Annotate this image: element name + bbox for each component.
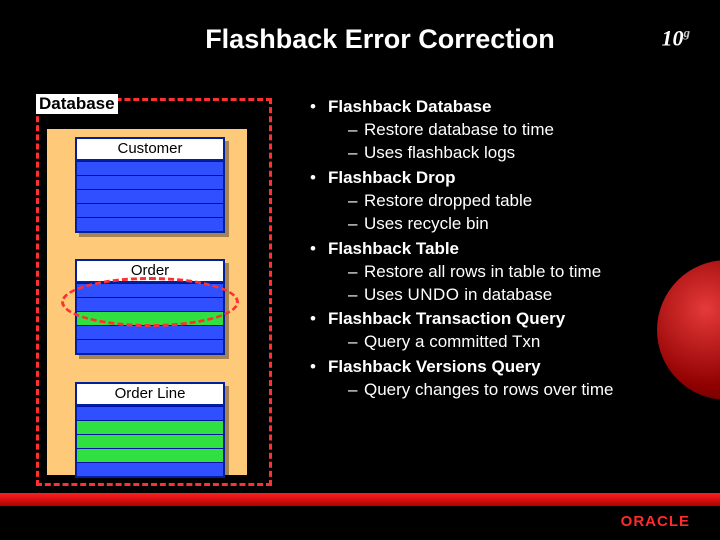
bullet-head: Flashback Drop bbox=[328, 168, 456, 187]
table-row bbox=[77, 217, 223, 231]
table-customer-header: Customer bbox=[77, 139, 223, 161]
bullet-sub: Uses UNDO in database bbox=[328, 284, 700, 307]
bullet-head: Flashback Table bbox=[328, 239, 459, 258]
table-row bbox=[77, 175, 223, 189]
table-row bbox=[77, 203, 223, 217]
table-row bbox=[77, 462, 223, 476]
bullet-content: Flashback Database Restore database to t… bbox=[310, 96, 700, 404]
table-row bbox=[77, 161, 223, 175]
table-row bbox=[77, 325, 223, 339]
table-customer: Customer bbox=[75, 137, 225, 233]
slide-title: Flashback Error Correction bbox=[0, 24, 720, 55]
table-row bbox=[77, 283, 223, 297]
bullet-sub: Restore database to time bbox=[328, 119, 700, 142]
bullet-sub: Uses flashback logs bbox=[328, 142, 700, 165]
bullet-flashback-database: Flashback Database Restore database to t… bbox=[310, 96, 700, 165]
bullet-head: Flashback Database bbox=[328, 97, 491, 116]
database-frame: Customer Order Order Line bbox=[36, 98, 272, 486]
bullet-flashback-drop: Flashback Drop Restore dropped table Use… bbox=[310, 167, 700, 236]
table-row bbox=[77, 339, 223, 353]
table-row bbox=[77, 297, 223, 311]
database-inner: Customer Order Order Line bbox=[45, 127, 249, 477]
oracle-logo: ORACLE bbox=[621, 513, 690, 530]
table-order: Order bbox=[75, 259, 225, 355]
table-order-line: Order Line bbox=[75, 382, 225, 478]
table-row bbox=[77, 448, 223, 462]
bullet-flashback-txn-query: Flashback Transaction Query Query a comm… bbox=[310, 308, 700, 354]
bullet-flashback-table: Flashback Table Restore all rows in tabl… bbox=[310, 238, 700, 307]
bullet-sub: Restore dropped table bbox=[328, 190, 700, 213]
undo-keyword: UNDO bbox=[407, 285, 459, 304]
bullet-sub: Query a committed Txn bbox=[328, 331, 700, 354]
table-row bbox=[77, 189, 223, 203]
table-row bbox=[77, 420, 223, 434]
table-order-line-header: Order Line bbox=[77, 384, 223, 406]
table-row bbox=[77, 434, 223, 448]
footer-red-bar bbox=[0, 493, 720, 506]
bullet-head: Flashback Versions Query bbox=[328, 357, 541, 376]
table-row bbox=[77, 406, 223, 420]
database-frame-label: Database bbox=[36, 94, 118, 114]
table-order-header: Order bbox=[77, 261, 223, 283]
bullet-sub: Query changes to rows over time bbox=[328, 379, 700, 402]
bullet-flashback-versions-query: Flashback Versions Query Query changes t… bbox=[310, 356, 700, 402]
bullet-sub: Restore all rows in table to time bbox=[328, 261, 700, 284]
bullet-sub: Uses recycle bin bbox=[328, 213, 700, 236]
table-row bbox=[77, 311, 223, 325]
bullet-head: Flashback Transaction Query bbox=[328, 309, 565, 328]
